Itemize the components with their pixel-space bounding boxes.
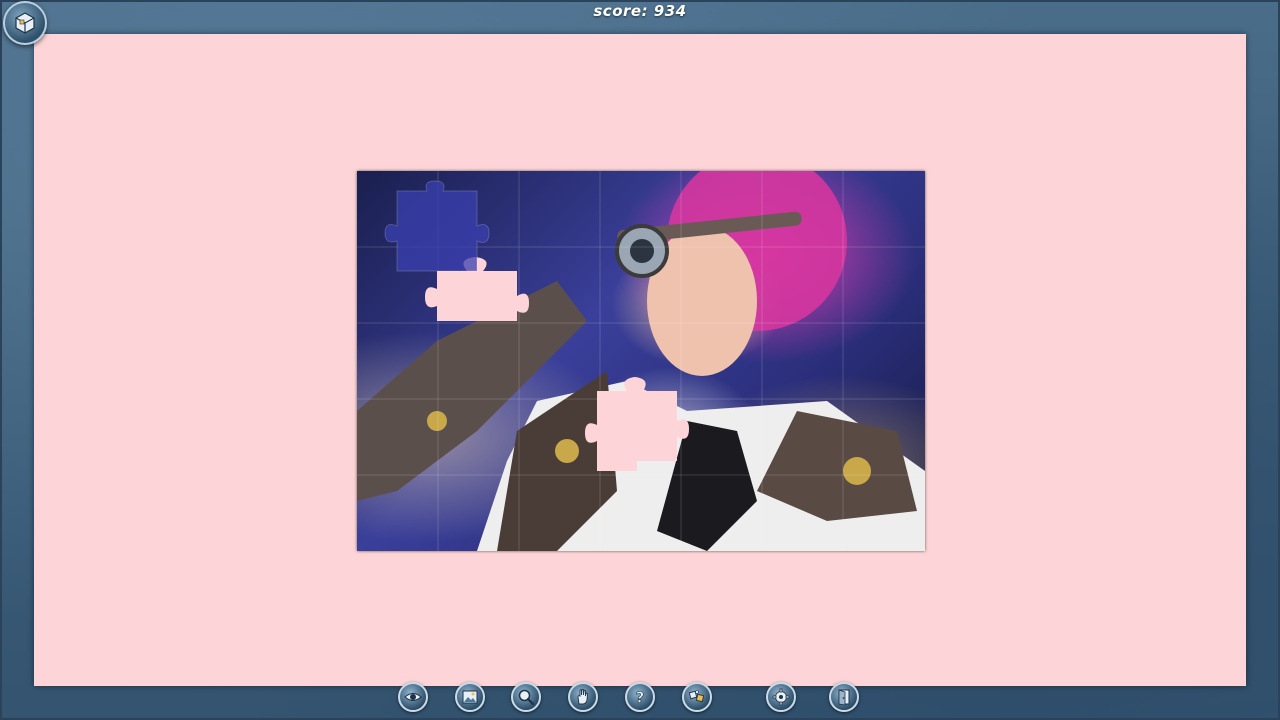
puzzle-box-icon [15, 12, 35, 34]
help-icon: ? [635, 688, 645, 707]
bottom-toolbar: ? [0, 680, 1280, 716]
figure-goggle-lens [630, 239, 654, 263]
image-preview-icon [462, 690, 478, 704]
gear-icon [772, 688, 790, 706]
puzzle-image[interactable] [357, 171, 925, 551]
toolbar-button-settings[interactable] [766, 682, 796, 712]
toolbar-button-preview[interactable] [455, 682, 485, 712]
hand-icon [577, 688, 588, 705]
toolbar-button-zoom[interactable] [511, 682, 541, 712]
missing-piece-slot[interactable] [585, 377, 689, 471]
exit-door-icon [838, 689, 850, 706]
placed-piece-outline [384, 180, 490, 272]
score-display: score: 934 [593, 2, 687, 20]
main-menu-button[interactable] [3, 1, 47, 45]
gear-ornament [555, 439, 579, 463]
toolbar-button-hand[interactable] [568, 682, 598, 712]
gear-ornament [843, 457, 871, 485]
svg-text:?: ? [636, 689, 645, 707]
magnifier-icon [518, 689, 535, 706]
toolbar-button-shuffle[interactable] [682, 682, 712, 712]
shuffle-pieces-icon [688, 690, 705, 703]
gear-ornament [427, 411, 447, 431]
toolbar-button-help[interactable]: ? [625, 682, 655, 712]
toolbar-button-eye[interactable] [398, 682, 428, 712]
toolbar-button-exit[interactable] [829, 682, 859, 712]
eye-icon [404, 693, 422, 701]
